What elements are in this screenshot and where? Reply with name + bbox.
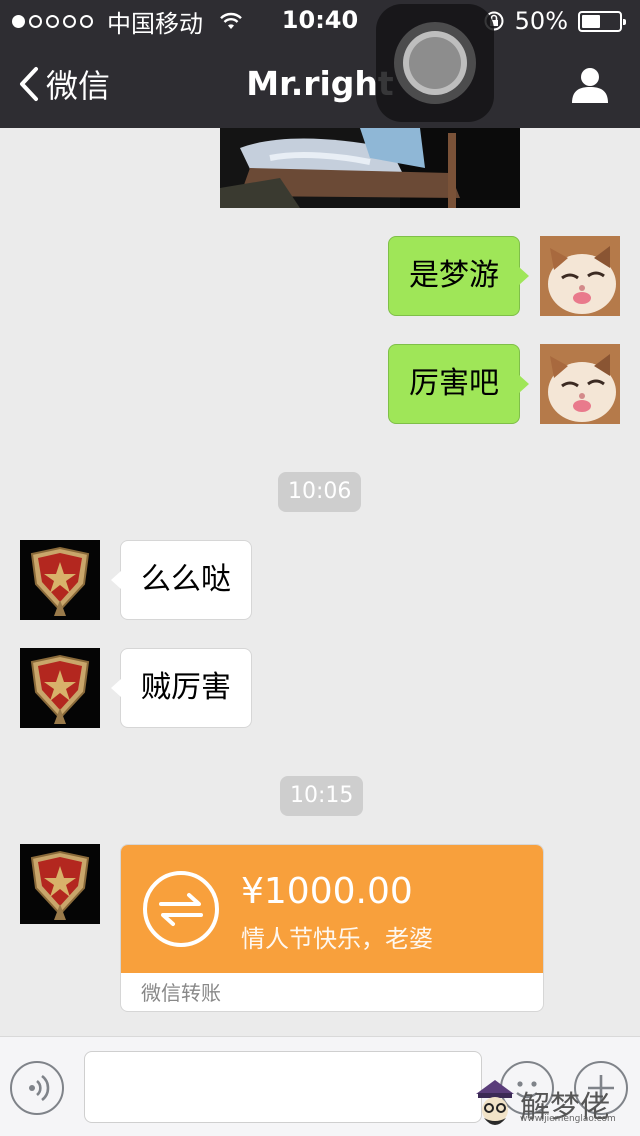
message-bubble-outgoing[interactable]: 是梦游 (388, 236, 529, 316)
transfer-card[interactable]: ¥1000.00 情人节快乐，老婆 微信转账 (120, 844, 544, 1012)
message-bubble-incoming[interactable]: 贼厉害 (111, 648, 252, 728)
shield-badge-image (20, 844, 100, 924)
shield-badge-image (20, 648, 100, 728)
battery-percent: 50% (514, 7, 568, 35)
voice-icon (29, 1074, 50, 1102)
watermark-url: www.jiemenglao.com (520, 1114, 616, 1124)
contact-avatar[interactable] (20, 540, 100, 620)
chat-title: Mr.right (246, 64, 394, 103)
transfer-card-top: ¥1000.00 情人节快乐，老婆 (121, 845, 543, 973)
voice-button[interactable] (10, 1061, 64, 1115)
header: 中国移动 10:40 50% 微信 Mr.right (0, 0, 640, 128)
contact-avatar[interactable] (20, 844, 100, 924)
message-bubble-incoming[interactable]: 么么哒 (111, 540, 252, 620)
profile-icon[interactable] (570, 66, 610, 104)
image-message[interactable] (220, 128, 520, 208)
timestamp: 10:15 (280, 776, 364, 816)
my-avatar[interactable] (540, 236, 620, 316)
battery-icon (578, 10, 626, 32)
cat-avatar-image (540, 236, 620, 316)
assistive-touch-button[interactable] (376, 4, 494, 122)
shield-badge-image (20, 540, 100, 620)
watermark-mascot-icon (476, 1080, 514, 1125)
status-bar-right: 50% (483, 6, 626, 36)
my-avatar[interactable] (540, 344, 620, 424)
timestamp: 10:06 (278, 472, 362, 512)
transfer-label: 微信转账 (141, 981, 221, 1005)
transfer-note: 情人节快乐，老婆 (241, 925, 433, 953)
message-bubble-outgoing[interactable]: 厉害吧 (388, 344, 529, 424)
message-input[interactable] (84, 1051, 482, 1123)
cat-avatar-image (540, 344, 620, 424)
contact-avatar[interactable] (20, 648, 100, 728)
battery-fill (582, 14, 600, 28)
chat-screen: 中国移动 10:40 50% 微信 Mr.right 是梦游 厉害吧 10:06… (0, 0, 640, 1136)
bed-photo (220, 128, 520, 208)
transfer-amount: ¥1000.00 (241, 871, 413, 912)
message-list[interactable]: 是梦游 厉害吧 10:06 么么哒 贼厉害 10:15 ¥1000.00 情人节… (0, 128, 640, 1036)
transfer-arrows-icon (143, 871, 219, 947)
